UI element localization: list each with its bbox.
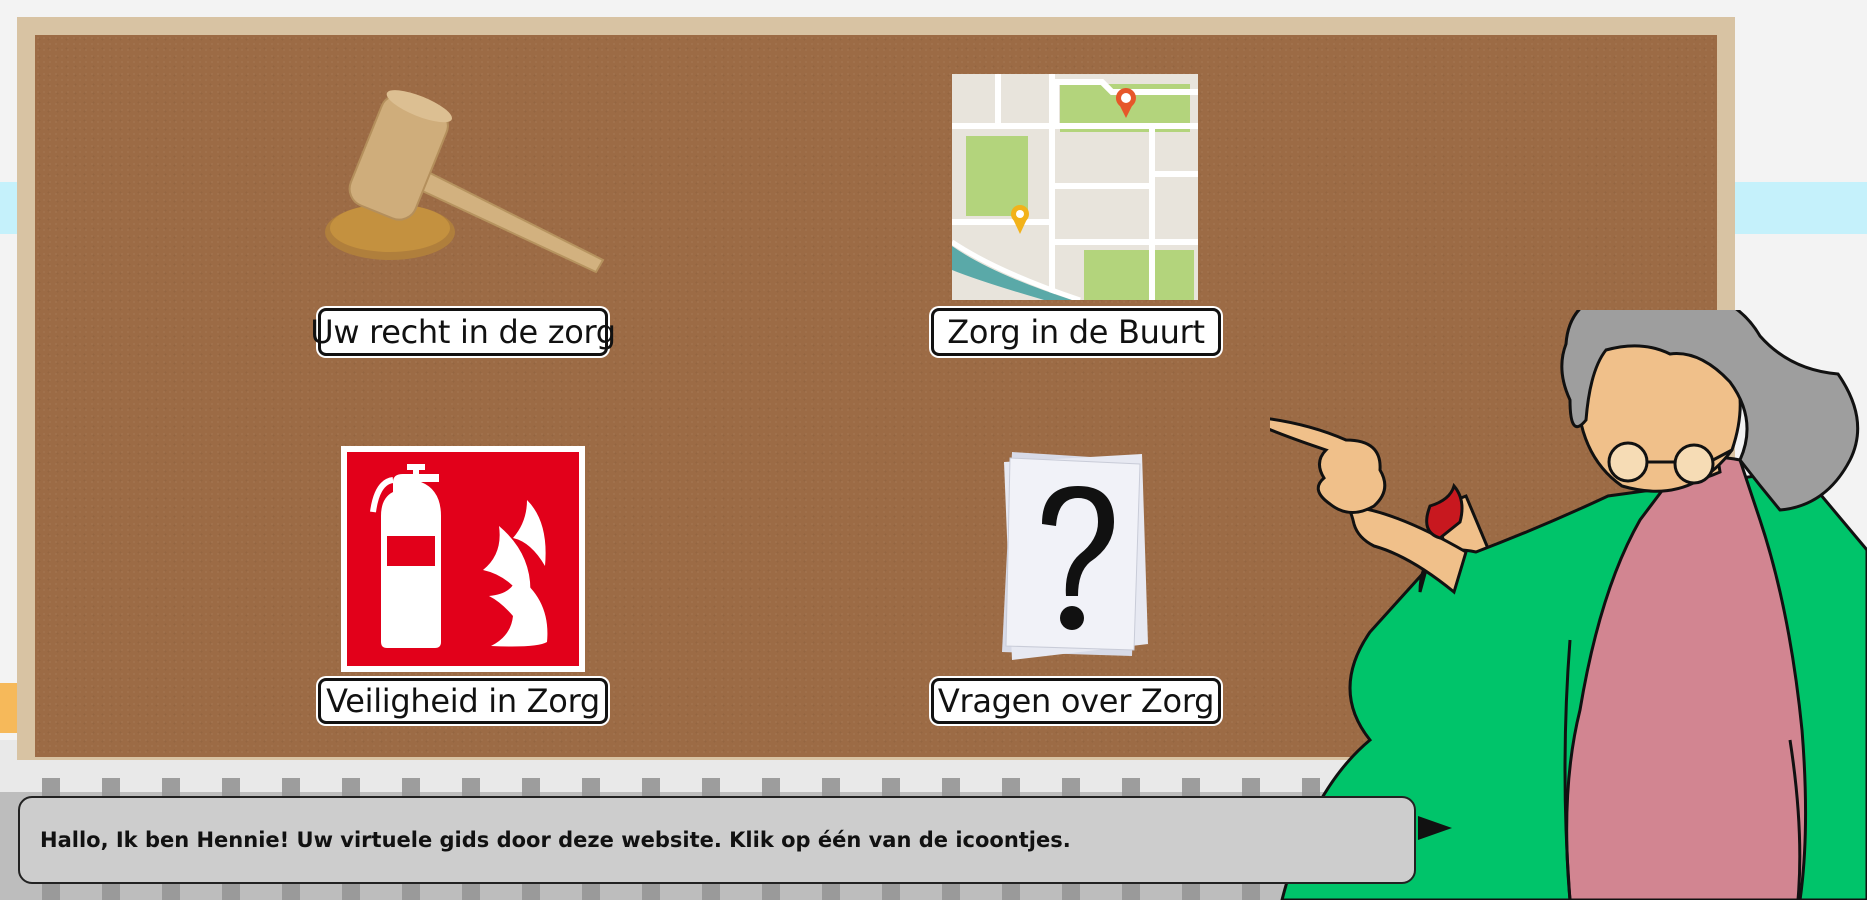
fire-extinguisher-icon	[341, 446, 585, 672]
speech-bubble: Hallo, Ik ben Hennie! Uw virtuele gids d…	[18, 796, 1416, 884]
speech-next-arrow[interactable]	[1418, 816, 1452, 840]
map-icon	[952, 74, 1198, 300]
tile-label: Vragen over Zorg	[931, 678, 1221, 724]
gavel-icon	[325, 90, 605, 274]
tile-label: Veiligheid in Zorg	[318, 678, 608, 724]
tile-questions[interactable]: Vragen over Zorg	[931, 446, 1221, 724]
speech-text: Hallo, Ik ben Hennie! Uw virtuele gids d…	[40, 828, 1071, 852]
tile-safety[interactable]: Veiligheid in Zorg	[318, 446, 608, 724]
tile-rights[interactable]: Uw recht in de zorg	[310, 90, 616, 358]
tile-neighbourhood[interactable]: Zorg in de Buurt	[931, 74, 1221, 358]
question-mark-icon	[1002, 452, 1148, 660]
tile-label: Zorg in de Buurt	[931, 308, 1221, 356]
tile-label: Uw recht in de zorg	[310, 308, 616, 356]
